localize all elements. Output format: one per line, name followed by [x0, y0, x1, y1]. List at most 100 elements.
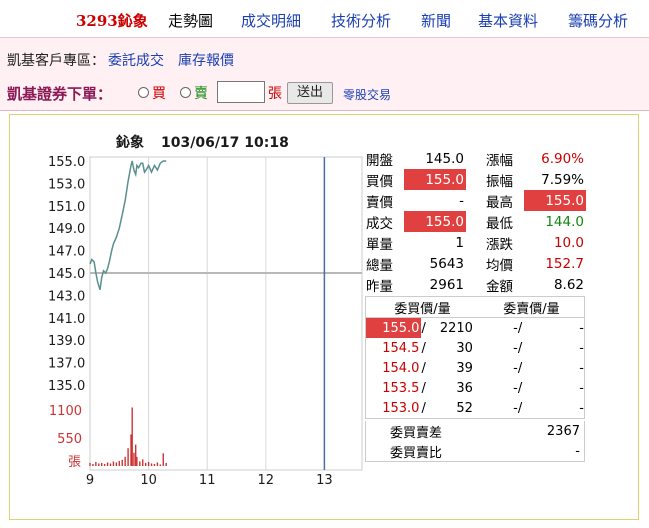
y-tick-label: 151.0 — [48, 200, 85, 215]
quote-value: 145.0 — [425, 150, 464, 167]
quote-value: 10.0 — [553, 234, 584, 251]
ask-volume: - — [579, 320, 584, 336]
quote-value: - — [459, 192, 464, 209]
bid-volume: 30 — [456, 340, 473, 356]
chart-title: 鈊象 — [116, 134, 144, 151]
quote-row: 成交 155.0 最低 144.0 — [366, 211, 586, 232]
x-tick-label: 11 — [199, 473, 216, 488]
x-axis: 9 10 11 12 13 — [86, 473, 333, 488]
quote-value: 6.90% — [541, 150, 584, 167]
quote-label: 開盤 — [366, 152, 393, 169]
bid-price: 153.5 — [382, 380, 420, 396]
quote-label: 昨量 — [366, 278, 393, 295]
slash: / — [517, 360, 523, 376]
quote-row: 昨量 2961 金額 8.62 — [366, 274, 586, 295]
ask-price: - — [513, 400, 518, 416]
bid-price: 154.0 — [382, 360, 420, 376]
bid-price: 153.0 — [382, 400, 420, 416]
quote-table: 開盤 145.0 漲幅 6.90% 買價 155.0 振幅 7.59% 賣價 - 最高 155.0 成交… — [366, 148, 586, 295]
quote-row: 總量 5643 均價 152.7 — [366, 253, 586, 274]
y-tick-label: 137.0 — [48, 357, 85, 372]
spacer — [466, 232, 486, 253]
x-tick-label: 13 — [316, 473, 333, 488]
chart-timestamp: 103/06/17 10:18 — [161, 135, 289, 151]
price-line-group — [89, 160, 167, 291]
order-book-row: 155.0/2210- / - — [365, 317, 585, 338]
volume-axis: 1100 550 張 — [49, 404, 82, 470]
order-book: 委買價/量 委賣價/量 155.0/2210- / -154.5/30- / -154.… — [365, 296, 585, 419]
volume-tick-label: 550 — [57, 432, 82, 447]
bid-volume: 2210 — [439, 320, 473, 336]
ask-header: 委賣價/量 — [478, 296, 585, 318]
quote-value: 152.7 — [545, 255, 584, 272]
slash: / — [517, 320, 523, 336]
quote-label: 漲幅 — [486, 152, 513, 169]
quote-label: 單量 — [366, 236, 393, 253]
quote-label: 振幅 — [486, 173, 513, 190]
quote-label: 賣價 — [366, 194, 393, 211]
quote-value: 7.59% — [541, 171, 584, 188]
bid-price: 155.0 — [365, 317, 422, 338]
ask-price: - — [513, 380, 518, 396]
spacer — [466, 169, 486, 190]
quote-value: 155.0 — [404, 211, 466, 232]
quote-label: 成交 — [366, 215, 393, 232]
quote-row: 單量 1 漲跌 10.0 — [366, 232, 586, 253]
quote-value: 155.0 — [524, 190, 586, 211]
order-book-row: 153.0/52- / - — [366, 398, 585, 419]
order-book-row: 154.0/39- / - — [366, 358, 585, 378]
spacer — [466, 148, 486, 169]
quote-label: 最低 — [486, 215, 513, 232]
bid-volume: 39 — [456, 360, 473, 376]
chart-grid — [89, 156, 363, 471]
y-tick-label: 145.0 — [48, 267, 85, 282]
slash: / — [517, 400, 523, 416]
quote-label: 均價 — [486, 257, 513, 274]
ask-volume: - — [579, 360, 584, 376]
quote-value: 8.62 — [553, 276, 584, 293]
quote-value: 144.0 — [545, 213, 584, 230]
quote-label: 最高 — [486, 194, 513, 211]
spacer — [466, 190, 486, 211]
quote-label: 買價 — [366, 173, 393, 190]
y-tick-label: 135.0 — [48, 379, 85, 394]
y-tick-label: 139.0 — [48, 334, 85, 349]
bid-header: 委買價/量 — [365, 296, 479, 318]
diff-label: 委買賣差 — [390, 425, 443, 441]
slash: / — [517, 340, 523, 356]
quote-value: 1 — [455, 234, 464, 251]
quote-row: 賣價 - 最高 155.0 — [366, 190, 586, 211]
bid-volume: 52 — [456, 400, 473, 416]
ask-volume: - — [579, 400, 584, 416]
spacer — [466, 211, 486, 232]
x-tick-label: 12 — [258, 473, 275, 488]
quote-value: 5643 — [429, 255, 464, 272]
y-axis: 155.0 153.0 151.0 149.0 147.0 145.0 143.0 141.0… — [48, 155, 85, 394]
price-line — [89, 160, 167, 291]
ratio-label: 委買賣比 — [390, 445, 443, 461]
order-book-row: 153.5/36- / - — [366, 378, 585, 398]
quote-row: 買價 155.0 振幅 7.59% — [366, 169, 586, 190]
bid-volume: 36 — [456, 380, 473, 396]
ask-price: - — [513, 360, 518, 376]
ask-price: - — [513, 320, 518, 336]
ask-volume: - — [579, 340, 584, 356]
slash: / — [517, 380, 523, 396]
y-tick-label: 155.0 — [48, 155, 85, 170]
y-tick-label: 143.0 — [48, 289, 85, 304]
volume-tick-label: 1100 — [49, 404, 82, 419]
volume-unit-label: 張 — [68, 455, 81, 470]
y-tick-label: 141.0 — [48, 312, 85, 327]
quote-label: 金額 — [486, 278, 513, 295]
x-tick-label: 9 — [86, 473, 94, 488]
quote-value: 155.0 — [404, 169, 466, 190]
ask-volume: - — [579, 380, 584, 396]
x-tick-label: 10 — [140, 473, 157, 488]
bid-ask-summary: 委買賣差 2367 委買賣比 - — [365, 421, 585, 462]
spacer — [466, 274, 486, 295]
bid-price: 154.5 — [382, 340, 420, 356]
quote-label: 漲跌 — [486, 236, 513, 253]
order-book-row: 154.5/30- / - — [366, 338, 585, 358]
chart-frame — [89, 156, 363, 471]
quote-row: 開盤 145.0 漲幅 6.90% — [366, 148, 586, 169]
